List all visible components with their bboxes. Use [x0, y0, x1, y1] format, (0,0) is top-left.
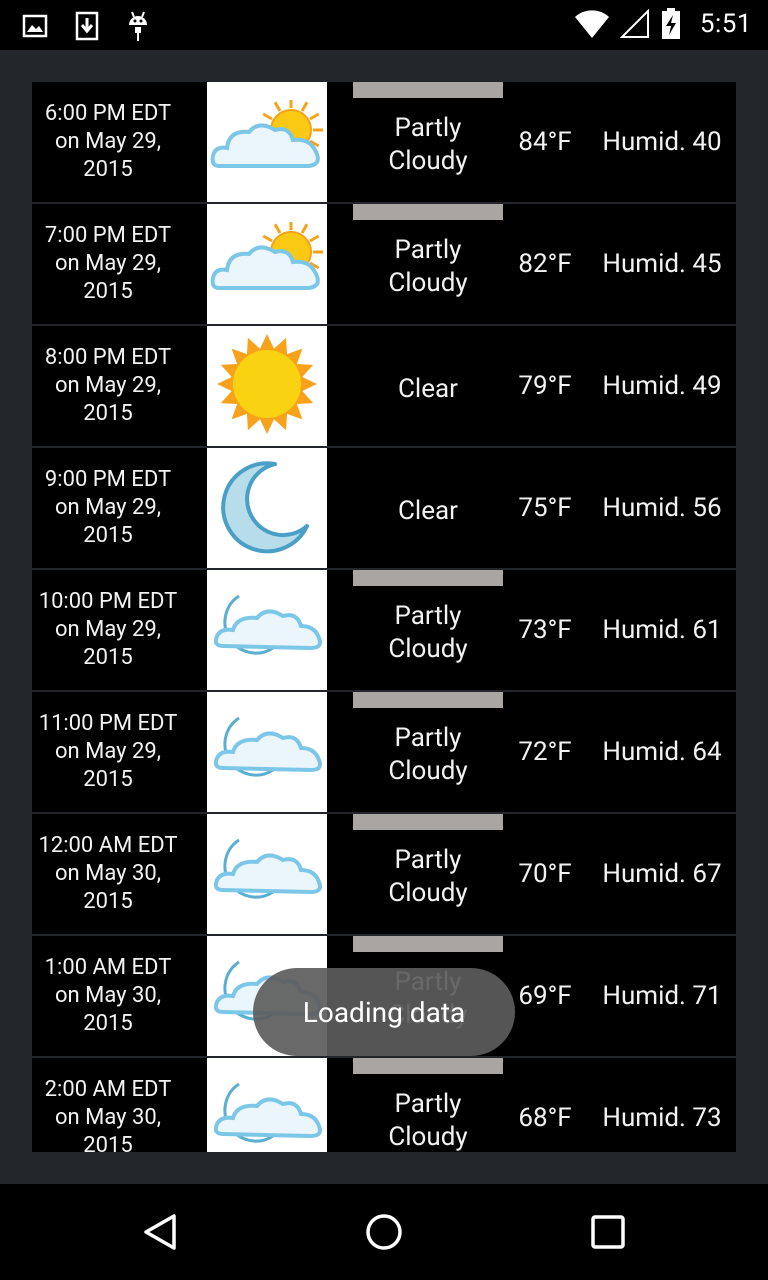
forecast-condition: Partly Cloudy [388, 235, 468, 298]
forecast-time: 9:00 PM EDT on May 29, 2015 [44, 467, 172, 548]
forecast-condition: Partly Cloudy [388, 113, 468, 176]
forecast-time: 12:00 AM EDT on May 30, 2015 [38, 833, 178, 914]
recents-icon[interactable] [588, 1212, 628, 1252]
weather-icon-box [207, 82, 327, 202]
forecast-temperature: 72°F [518, 737, 572, 767]
toast-text: Loading data [302, 995, 466, 1029]
forecast-row[interactable]: 11:00 PM EDT on May 29, 2015 Partly Cloud… [32, 692, 736, 812]
partly-cloudy-night-icon [209, 710, 325, 794]
forecast-humidity: Humid. 61 [602, 615, 722, 645]
forecast-humidity: Humid. 64 [602, 737, 722, 767]
forecast-condition: Partly Cloudy [388, 601, 468, 664]
forecast-temperature: 82°F [518, 249, 572, 279]
partly-cloudy-night-icon [209, 1076, 325, 1152]
forecast-humidity: Humid. 73 [602, 1103, 722, 1133]
forecast-time: 10:00 PM EDT on May 29, 2015 [38, 589, 178, 670]
forecast-row[interactable]: 10:00 PM EDT on May 29, 2015 Partly Cloud… [32, 570, 736, 690]
moon-icon [217, 456, 317, 560]
home-icon[interactable] [364, 1212, 404, 1252]
image-notification-icon [22, 14, 48, 38]
forecast-row[interactable]: 8:00 PM EDT on May 29, 2015 Clear 79°F Humi… [32, 326, 736, 446]
forecast-time: 8:00 PM EDT on May 29, 2015 [44, 345, 172, 426]
forecast-row[interactable]: 7:00 PM EDT on May 29, 2015 Partly Cloudy… [32, 204, 736, 324]
battery-charging-icon [661, 8, 680, 39]
forecast-temperature: 73°F [518, 615, 572, 645]
loading-toast: Loading data [253, 968, 515, 1056]
forecast-temperature: 70°F [518, 859, 572, 889]
forecast-time: 7:00 PM EDT on May 29, 2015 [44, 223, 172, 304]
forecast-humidity: Humid. 45 [602, 249, 722, 279]
partly-cloudy-night-icon [209, 588, 325, 672]
forecast-temperature: 75°F [518, 493, 572, 523]
forecast-condition: Partly Cloudy [388, 723, 468, 786]
forecast-time: 2:00 AM EDT on May 30, 2015 [44, 1077, 172, 1152]
weather-icon-box [207, 448, 327, 568]
forecast-time: 1:00 AM EDT on May 30, 2015 [44, 955, 172, 1036]
forecast-condition: Clear [398, 373, 458, 404]
sun-icon [212, 329, 322, 443]
partly-cloudy-day-icon [209, 98, 325, 184]
status-bar: 5:51 [0, 0, 768, 50]
partly-cloudy-day-icon [209, 220, 325, 306]
forecast-condition: Clear [398, 495, 458, 526]
forecast-humidity: Humid. 40 [602, 127, 722, 157]
forecast-temperature: 79°F [518, 371, 572, 401]
forecast-humidity: Humid. 49 [602, 371, 722, 401]
forecast-condition: Partly Cloudy [388, 1089, 468, 1152]
forecast-temperature: 68°F [518, 1103, 572, 1133]
wifi-icon [574, 10, 609, 38]
forecast-humidity: Humid. 56 [602, 493, 722, 523]
navigation-bar [0, 1184, 768, 1280]
weather-icon-box [207, 1058, 327, 1152]
forecast-temperature: 84°F [518, 127, 572, 157]
back-icon[interactable] [140, 1212, 180, 1252]
weather-icon-box [207, 204, 327, 324]
forecast-row[interactable]: 6:00 PM EDT on May 29, 2015 Partly Cloudy… [32, 82, 736, 202]
forecast-time: 11:00 PM EDT on May 29, 2015 [38, 711, 178, 792]
forecast-row[interactable]: 12:00 AM EDT on May 30, 2015 Partly Cloud… [32, 814, 736, 934]
clock: 5:51 [699, 9, 752, 39]
forecast-condition: Partly Cloudy [388, 845, 468, 908]
weather-icon-box [207, 570, 327, 690]
forecast-humidity: Humid. 71 [602, 981, 722, 1011]
weather-icon-box [207, 814, 327, 934]
weather-icon-box [207, 326, 327, 446]
forecast-temperature: 69°F [518, 981, 572, 1011]
signal-icon [619, 9, 649, 38]
weather-icon-box [207, 692, 327, 812]
forecast-humidity: Humid. 67 [602, 859, 722, 889]
forecast-time: 6:00 PM EDT on May 29, 2015 [44, 101, 172, 182]
partly-cloudy-night-icon [209, 832, 325, 916]
android-notification-icon [129, 11, 147, 41]
download-notification-icon [75, 11, 99, 41]
forecast-row[interactable]: 2:00 AM EDT on May 30, 2015 Partly Cloudy… [32, 1058, 736, 1152]
forecast-row[interactable]: 9:00 PM EDT on May 29, 2015 Clear 75°F Humi… [32, 448, 736, 568]
